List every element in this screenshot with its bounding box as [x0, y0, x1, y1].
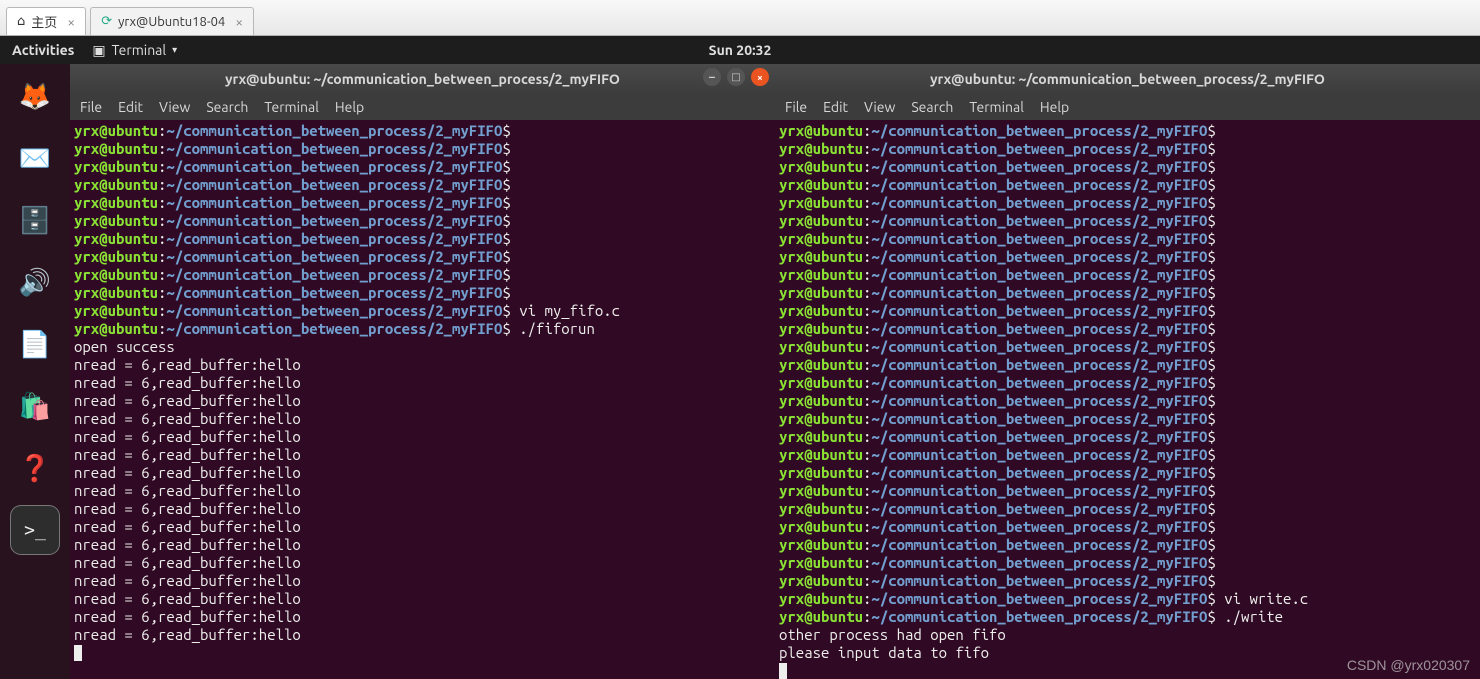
desktop: 🦊 ✉️ 🗄️ 🔊 📄 🛍️ ❓ >_ yrx@ubuntu: ~/communication…	[0, 64, 1480, 679]
close-icon[interactable]: ×	[67, 14, 75, 30]
minimize-button[interactable]: ‒	[703, 68, 721, 86]
clock[interactable]: Sun 20:32	[709, 42, 772, 58]
close-button[interactable]: ×	[751, 68, 769, 86]
home-icon: ⌂	[17, 14, 25, 29]
terminal-appicon: ▣	[92, 42, 105, 59]
terminal-window-left: yrx@ubuntu: ~/communication_between_proc…	[70, 64, 775, 679]
terminal-area: yrx@ubuntu: ~/communication_between_proc…	[70, 64, 1480, 679]
window-titlebar[interactable]: yrx@ubuntu: ~/communication_between_proc…	[70, 64, 775, 94]
menu-item-search[interactable]: Search	[911, 99, 953, 115]
terminal-output[interactable]: yrx@ubuntu:~/communication_between_proce…	[775, 120, 1480, 679]
dock: 🦊 ✉️ 🗄️ 🔊 📄 🛍️ ❓ >_	[0, 64, 70, 679]
browser-tabbar: ⌂ 主页 × ⟳ yrx@Ubuntu18-04 ×	[0, 0, 1480, 36]
files-icon[interactable]: 🗄️	[11, 196, 59, 244]
menu-item-terminal[interactable]: Terminal	[969, 99, 1024, 115]
software-icon[interactable]: 🛍️	[11, 382, 59, 430]
tab-label: 主页	[31, 12, 57, 31]
menu-item-view[interactable]: View	[864, 99, 895, 115]
rhythmbox-icon[interactable]: 🔊	[11, 258, 59, 306]
menu-item-file[interactable]: File	[785, 99, 807, 115]
help-icon[interactable]: ❓	[11, 444, 59, 492]
thunderbird-icon[interactable]: ✉️	[11, 134, 59, 182]
window-titlebar[interactable]: yrx@ubuntu: ~/communication_between_proc…	[775, 64, 1480, 94]
app-menu[interactable]: ▣ Terminal ▾	[92, 42, 177, 59]
maximize-button[interactable]: □	[727, 68, 745, 86]
terminal-window-right: yrx@ubuntu: ~/communication_between_proc…	[775, 64, 1480, 679]
close-icon[interactable]: ×	[235, 14, 243, 30]
menu-item-view[interactable]: View	[159, 99, 190, 115]
activities-button[interactable]: Activities	[12, 42, 74, 58]
menu-item-terminal[interactable]: Terminal	[264, 99, 319, 115]
menu-item-edit[interactable]: Edit	[118, 99, 143, 115]
window-title: yrx@ubuntu: ~/communication_between_proc…	[225, 71, 620, 87]
menu-item-help[interactable]: Help	[335, 99, 364, 115]
terminal-icon[interactable]: >_	[11, 506, 59, 554]
ubuntu-topbar: Activities ▣ Terminal ▾ Sun 20:32	[0, 36, 1480, 64]
terminal-menubar: File Edit View Search Terminal Help	[775, 94, 1480, 120]
vm-icon: ⟳	[101, 14, 112, 29]
browser-tab-home[interactable]: ⌂ 主页 ×	[6, 7, 86, 35]
menu-item-search[interactable]: Search	[206, 99, 248, 115]
menu-item-file[interactable]: File	[80, 99, 102, 115]
terminal-menubar: File Edit View Search Terminal Help	[70, 94, 775, 120]
terminal-output[interactable]: yrx@ubuntu:~/communication_between_proce…	[70, 120, 775, 679]
watermark: CSDN @yrx020307	[1347, 657, 1470, 673]
menu-item-edit[interactable]: Edit	[823, 99, 848, 115]
tab-label: yrx@Ubuntu18-04	[118, 15, 225, 29]
writer-icon[interactable]: 📄	[11, 320, 59, 368]
browser-tab-vm[interactable]: ⟳ yrx@Ubuntu18-04 ×	[90, 7, 254, 35]
window-title: yrx@ubuntu: ~/communication_between_proc…	[930, 71, 1325, 87]
chevron-down-icon: ▾	[172, 44, 177, 56]
menu-item-help[interactable]: Help	[1040, 99, 1069, 115]
app-name: Terminal	[112, 42, 167, 58]
firefox-icon[interactable]: 🦊	[11, 72, 59, 120]
